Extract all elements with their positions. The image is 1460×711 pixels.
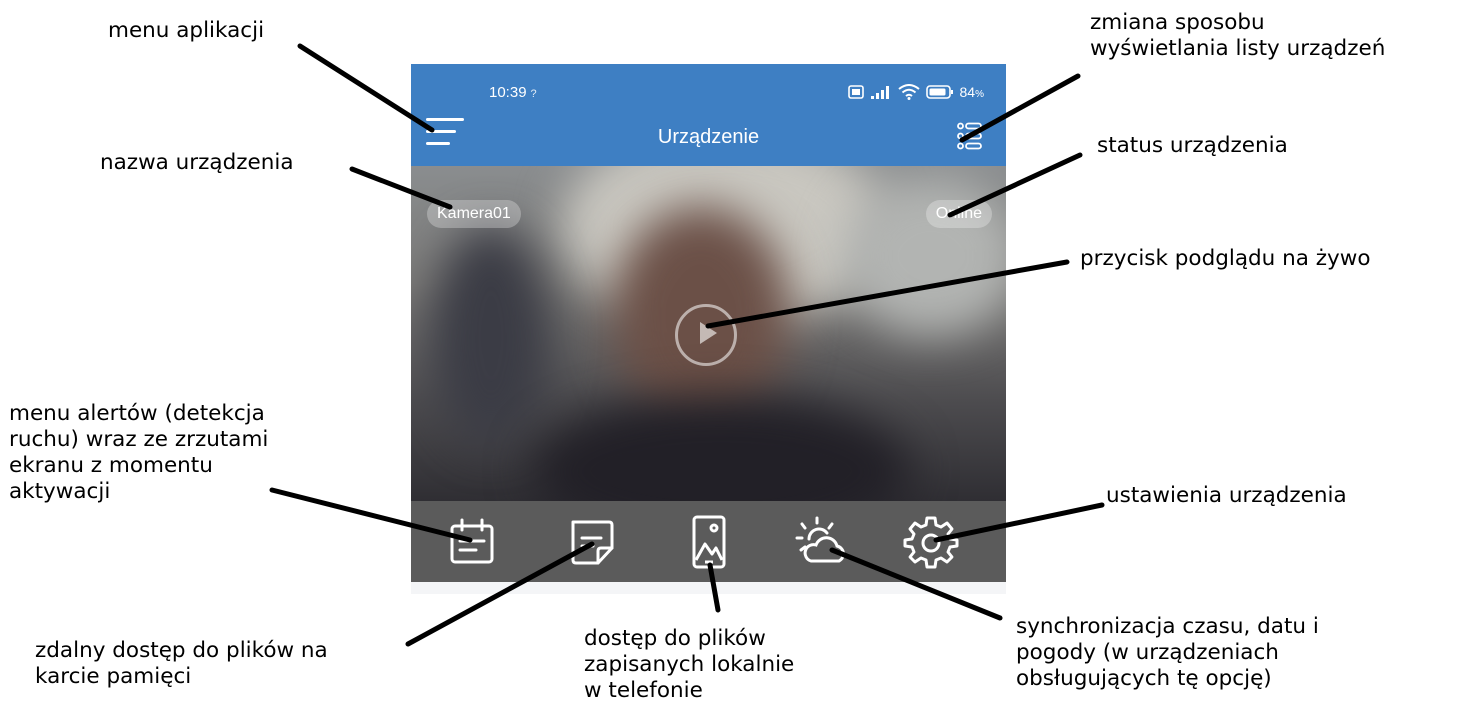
annotation-settings: ustawienia urządzenia [1106, 483, 1347, 508]
annotation-local-files: dostęp do plików zapisanych lokalnie w t… [584, 626, 795, 703]
status-bar-time: 10:39? [489, 84, 537, 101]
annotation-remote-files: zdalny dostęp do plików na karcie pamięc… [35, 638, 328, 689]
page-title: Urządzenie [657, 126, 760, 148]
signal-icon [870, 86, 889, 99]
annotation-alerts: menu alertów (detekcja ruchu) wraz ze zr… [9, 401, 269, 504]
device-name-badge: Kamera01 [427, 200, 521, 228]
annotation-view-mode: zmiana sposobu wyświetlania listy urządz… [1090, 10, 1386, 61]
annotation-menu: menu aplikacji [108, 18, 265, 43]
app-bar: 10:39? 84% Urządzenie [411, 64, 1006, 166]
gear-icon[interactable] [903, 514, 959, 570]
device-status-badge: Online [925, 200, 992, 228]
weather-icon[interactable] [793, 514, 849, 570]
status-bar-icons: 84% [847, 84, 984, 100]
phone-gallery-icon[interactable] [681, 514, 737, 570]
phone-screen: 10:39? 84% Urządzenie Kamera01 Online [411, 64, 1006, 594]
wifi-icon [897, 84, 920, 100]
volte-icon [847, 85, 864, 99]
annotation-device-name: nazwa urządzenia [100, 150, 294, 175]
bottom-strip [411, 582, 1006, 594]
annotation-sync: synchronizacja czasu, datu i pogody (w u… [1016, 614, 1319, 691]
play-icon[interactable] [675, 304, 737, 366]
note-icon[interactable] [563, 514, 619, 570]
calendar-icon[interactable] [444, 514, 500, 570]
device-toolbar [411, 501, 1006, 582]
list-view-icon[interactable] [957, 122, 983, 150]
annotation-live-view: przycisk podglądu na żywo [1080, 246, 1371, 271]
camera-preview[interactable]: Kamera01 Online [411, 166, 1006, 501]
hotspot-icon: ? [530, 88, 537, 100]
battery-percent: 84% [959, 84, 984, 100]
battery-icon [925, 85, 953, 99]
annotation-device-status: status urządzenia [1097, 133, 1288, 158]
